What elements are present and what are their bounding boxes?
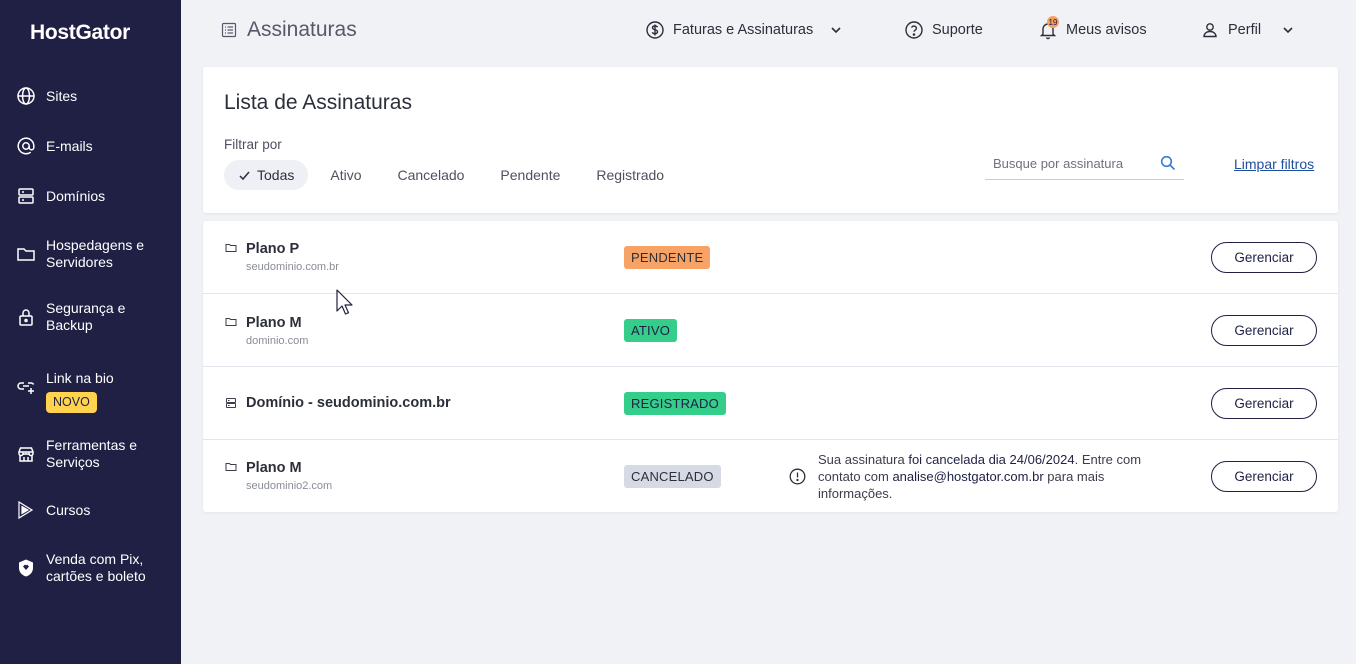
- clear-filters-link[interactable]: Limpar filtros: [1234, 156, 1314, 172]
- status-badge: PENDENTE: [624, 246, 711, 269]
- lock-icon: [16, 307, 36, 327]
- status-badge: ATIVO: [624, 319, 678, 342]
- billing-label: Faturas e Assinaturas: [673, 22, 814, 38]
- filter-chip-registrado[interactable]: Registrado: [582, 160, 678, 190]
- sidebar: HostGator Sites E-mails Domínios Hospeda…: [0, 0, 181, 664]
- sidebar-item-label: Link na bio: [46, 370, 114, 386]
- search-icon[interactable]: [1160, 155, 1176, 171]
- folder-icon: [225, 241, 237, 253]
- hostgator-logo[interactable]: HostGator: [30, 21, 130, 45]
- dollar-icon: [646, 21, 664, 39]
- status-badge: CANCELADO: [624, 465, 721, 488]
- filter-chip-pendente[interactable]: Pendente: [486, 160, 574, 190]
- play-icon: [16, 500, 36, 520]
- folder-icon: [225, 315, 237, 327]
- subscription-title: Plano M: [246, 315, 302, 331]
- table-row: Plano M dominio.com ATIVO Gerenciar: [203, 294, 1338, 367]
- alert-icon: [789, 468, 806, 485]
- sidebar-item-label: E-mails: [46, 137, 93, 154]
- sidebar-item-sites[interactable]: Sites: [0, 86, 181, 106]
- chevron-down-icon: [1283, 27, 1293, 34]
- sidebar-item-security[interactable]: Segurança e Backup: [0, 300, 181, 333]
- globe-icon: [16, 86, 36, 106]
- sidebar-item-label-line2: Backup: [46, 317, 93, 333]
- manage-button[interactable]: Gerenciar: [1211, 315, 1317, 346]
- server-icon: [225, 396, 237, 408]
- sidebar-item-label-line1: Segurança e: [46, 300, 126, 316]
- subscription-domain: dominio.com: [246, 335, 309, 347]
- subscription-title: Plano M: [246, 460, 302, 476]
- sidebar-item-label: Cursos: [46, 501, 91, 518]
- table-row: Plano P seudominio.com.br PENDENTE Geren…: [203, 221, 1338, 294]
- notifications-count-badge: 19: [1047, 16, 1059, 28]
- sidebar-item-domains[interactable]: Domínios: [0, 186, 181, 206]
- help-icon: [905, 21, 923, 39]
- page-title-text: Assinaturas: [247, 18, 357, 41]
- chevron-down-icon: [831, 27, 841, 34]
- notifications-label: Meus avisos: [1066, 22, 1147, 38]
- manage-button[interactable]: Gerenciar: [1211, 242, 1317, 273]
- check-icon: [239, 171, 250, 180]
- subscription-domain: seudominio.com.br: [246, 261, 339, 273]
- filter-chip-cancelado[interactable]: Cancelado: [383, 160, 478, 190]
- chip-label: Pendente: [500, 167, 561, 183]
- support-label: Suporte: [932, 22, 983, 38]
- subscription-title: Plano P: [246, 241, 300, 257]
- profile-menu[interactable]: Perfil: [1200, 20, 1295, 40]
- chip-label: Todas: [257, 167, 295, 183]
- sidebar-item-label-line1: Ferramentas e: [46, 437, 138, 453]
- list-title: Lista de Assinaturas: [224, 91, 412, 114]
- table-row: Plano M seudominio2.com CANCELADO Sua as…: [203, 440, 1338, 512]
- billing-menu[interactable]: Faturas e Assinaturas: [645, 20, 843, 40]
- sidebar-item-tools[interactable]: Ferramentas e Serviços: [0, 437, 181, 470]
- chip-label: Cancelado: [397, 167, 465, 183]
- sidebar-item-label-line1: Hospedagens e: [46, 237, 145, 253]
- subscription-list: Plano P seudominio.com.br PENDENTE Geren…: [203, 221, 1338, 512]
- support-link[interactable]: Suporte: [904, 20, 983, 40]
- list-icon: [221, 22, 237, 38]
- sidebar-item-label: Domínios: [46, 187, 106, 204]
- sidebar-item-link-bio[interactable]: Link na bio NOVO: [0, 370, 181, 413]
- search-input[interactable]: [993, 155, 1143, 171]
- profile-label: Perfil: [1228, 22, 1262, 38]
- folder-icon: [225, 460, 237, 472]
- sidebar-item-hosting[interactable]: Hospedagens e Servidores: [0, 237, 181, 270]
- subscription-title: Domínio - seudominio.com.br: [246, 395, 451, 411]
- cancellation-notice: Sua assinatura foi cancelada dia 24/06/2…: [818, 452, 1142, 501]
- sidebar-item-label-line2: Servidores: [46, 254, 113, 270]
- manage-button[interactable]: Gerenciar: [1211, 461, 1317, 492]
- status-badge: REGISTRADO: [624, 392, 726, 415]
- filter-chip-ativo[interactable]: Ativo: [316, 160, 375, 190]
- shield-icon: [16, 558, 36, 578]
- sidebar-item-courses[interactable]: Cursos: [0, 500, 181, 520]
- sidebar-item-emails[interactable]: E-mails: [0, 136, 181, 156]
- filter-label: Filtrar por: [224, 137, 282, 152]
- filter-card: Lista de Assinaturas Filtrar por Todas A…: [203, 67, 1338, 213]
- filter-chip-todas[interactable]: Todas: [224, 160, 309, 190]
- table-row: Domínio - seudominio.com.br REGISTRADO G…: [203, 367, 1338, 440]
- sidebar-item-payments[interactable]: Venda com Pix, cartões e boleto: [0, 551, 181, 584]
- server-icon: [16, 186, 36, 206]
- chip-label: Ativo: [330, 167, 362, 183]
- top-header: Assinaturas Faturas e Assinaturas Suport…: [181, 0, 1356, 62]
- page-title: Assinaturas: [221, 18, 357, 42]
- filter-chips: Todas Ativo Cancelado Pendente Registrad…: [224, 160, 686, 190]
- chip-label: Registrado: [596, 167, 665, 183]
- sidebar-item-label-line2: Serviços: [46, 454, 100, 470]
- at-icon: [16, 136, 36, 156]
- store-icon: [16, 444, 36, 464]
- sidebar-item-label-line1: Venda com Pix,: [46, 551, 144, 567]
- new-badge: NOVO: [46, 392, 97, 413]
- support-email: analise@hostgator.com.br: [892, 469, 1044, 484]
- user-icon: [1203, 23, 1217, 38]
- notifications-link[interactable]: 19 Meus avisos: [1038, 16, 1147, 40]
- sidebar-item-label: Sites: [46, 87, 78, 104]
- search-box: [985, 147, 1184, 180]
- folder-icon: [16, 244, 36, 264]
- link-icon: [16, 376, 36, 396]
- sidebar-item-label-line2: cartões e boleto: [46, 568, 146, 584]
- mouse-cursor-icon: [336, 289, 353, 315]
- subscription-domain: seudominio2.com: [246, 480, 333, 492]
- manage-button[interactable]: Gerenciar: [1211, 388, 1317, 419]
